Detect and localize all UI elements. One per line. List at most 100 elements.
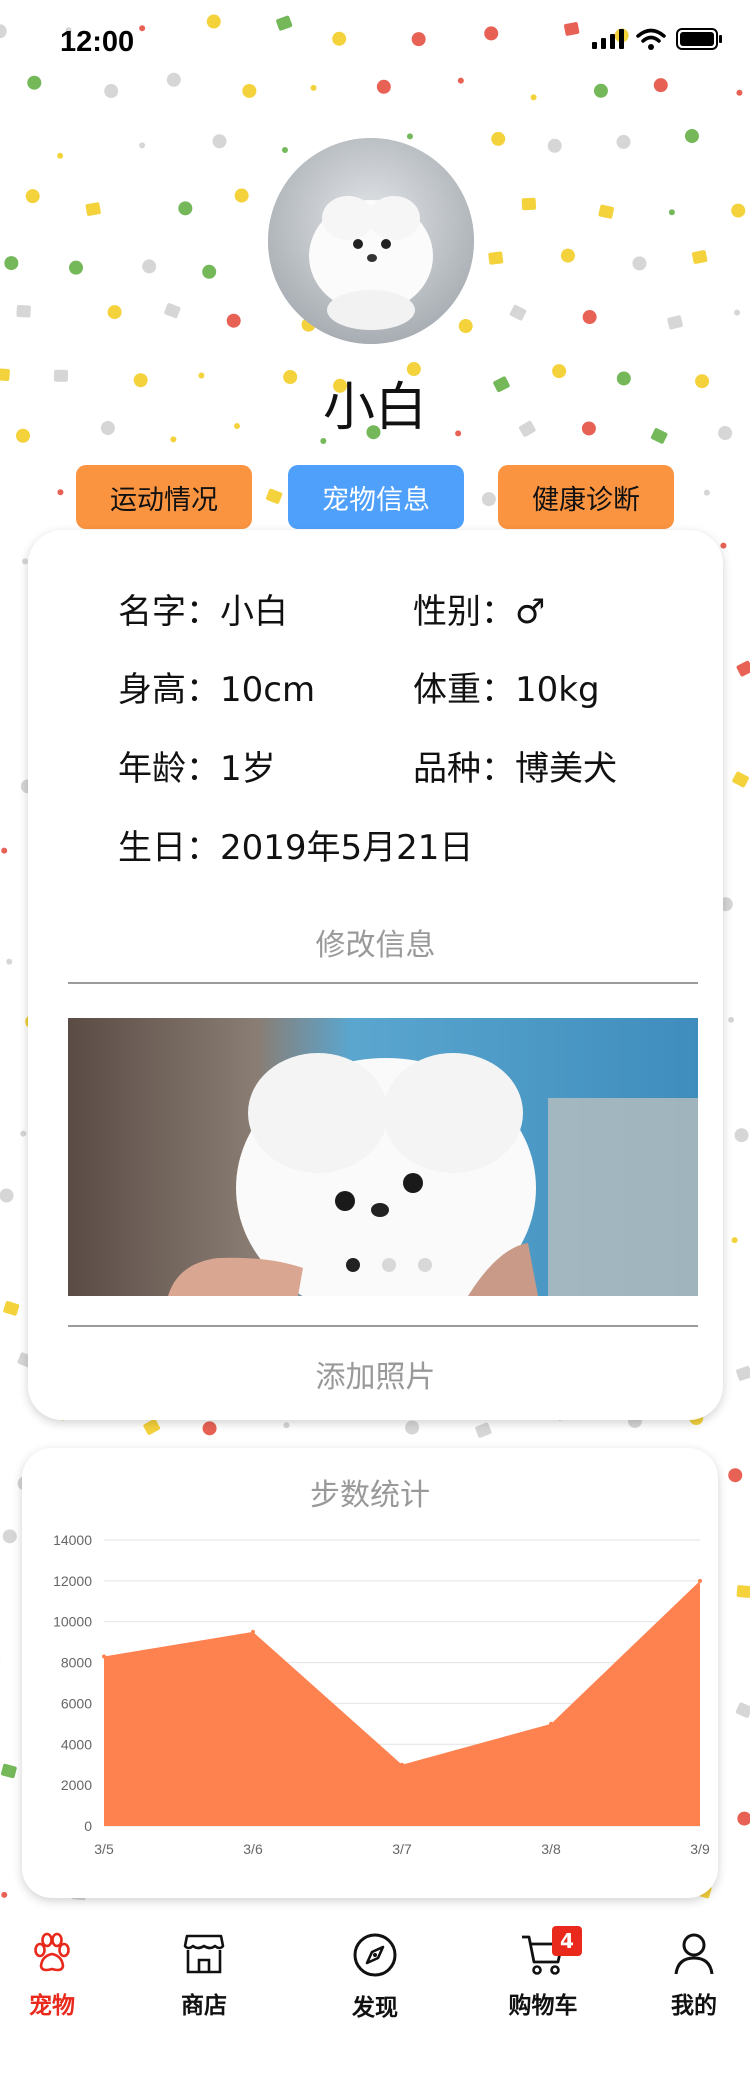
pattern-block [16,304,31,318]
pattern-dot [668,209,675,216]
steps-chart: 0 2000 4000 6000 8000 10000 12000 14000 3/5 3/6 3/… [53,1532,710,1857]
pattern-dot [405,1420,420,1435]
pattern-dot [226,313,241,328]
y-tick-label: 2000 [61,1777,92,1793]
pattern-dot [2,1529,17,1544]
pattern-dot [1,847,8,854]
height-label: 身高： [118,670,220,710]
pattern-dot [728,1016,735,1023]
pattern-dot [458,319,473,334]
pattern-dot [728,1468,743,1483]
carousel-dot[interactable] [346,1258,360,1272]
age-label: 年龄： [118,749,220,789]
weight-value: 10kg [515,670,600,710]
pattern-dot [283,1422,290,1429]
nav-pets[interactable]: 宠物 [0,1932,112,2020]
pattern-dot [653,78,668,93]
pattern-block [509,304,527,321]
compass-icon [353,1933,397,1977]
pattern-dot [737,1811,750,1826]
gender-label: 性别： [413,592,515,632]
nav-store[interactable]: 商店 [144,1932,264,2020]
user-icon [674,1933,714,1975]
pattern-dot [684,129,699,144]
x-tick-label: 3/7 [392,1841,412,1857]
pet-name-title: 小白 [322,378,427,438]
pattern-dot [376,79,391,94]
birthday-label: 生日： [118,828,220,868]
store-icon [183,1934,225,1974]
y-tick-label: 6000 [61,1695,92,1711]
pattern-dot [142,259,157,274]
age-value: 1岁 [220,749,276,789]
signal-icon [592,29,624,49]
weight-field: 体重：10kg [413,662,600,711]
height-value: 10cm [220,670,316,710]
pattern-dot [57,489,64,496]
pattern-block [598,204,614,219]
nav-label: 我的 [671,1993,717,2019]
pattern-dot [593,83,608,98]
pattern-dot [212,134,227,149]
pattern-dot [310,84,317,91]
birthday-field: 生日：2019年5月21日 [118,820,473,869]
pattern-dot [736,89,743,96]
pet-info-card: 名字：小白 性别：♂ 身高：10cm 体重：10kg 年龄：1岁 品种：博美犬 … [28,530,723,1420]
status-icons [592,28,722,50]
pattern-block [667,315,683,330]
pattern-dot [234,188,249,203]
height-field: 身高：10cm [118,662,315,711]
pattern-block [85,202,101,216]
carousel-dot[interactable] [418,1258,432,1272]
nav-cart[interactable]: 4 购物车 [483,1926,603,2020]
pet-avatar[interactable] [268,138,474,344]
birthday-value: 2019年5月21日 [220,828,474,868]
pattern-dot [107,305,122,320]
weight-label: 体重： [413,670,515,710]
cart-badge: 4 [552,1926,582,1956]
y-tick-label: 8000 [61,1655,92,1671]
gender-field: 性别：♂ [413,584,545,633]
status-bar: 12:00 [0,0,750,80]
tab-health[interactable]: 健康诊断 [498,465,674,529]
y-tick-label: 0 [84,1818,92,1834]
pattern-dot [734,309,741,316]
pattern-dot [734,1128,749,1143]
pattern-dot [481,492,496,507]
nav-label: 商店 [181,1993,227,2019]
nav-discover[interactable]: 发现 [315,1932,435,2022]
pattern-block [521,197,537,211]
carousel-dot[interactable] [382,1258,396,1272]
tab-exercise[interactable]: 运动情况 [76,465,252,529]
steps-chart-card: 步数统计 0 2000 4000 6000 8000 10000 12000 14000 3/5… [22,1448,718,1898]
battery-icon [676,28,722,50]
edit-info-button[interactable]: 修改信息 [28,920,723,964]
pattern-dot [616,134,631,149]
pattern-block [266,488,283,504]
add-photo-button[interactable]: 添加照片 [28,1352,723,1396]
x-tick-label: 3/8 [541,1841,561,1857]
tab-pet-info[interactable]: 宠物信息 [288,465,464,529]
pattern-block [691,250,708,264]
wifi-icon [636,28,666,50]
name-label: 名字： [118,592,220,632]
divider [68,1325,698,1327]
pattern-dot [178,201,193,216]
pattern-dot [547,138,562,153]
paw-icon [34,1932,70,1972]
pattern-dot [69,260,84,275]
pattern-dot [1,1891,8,1898]
x-tick-label: 3/6 [243,1841,263,1857]
pattern-dot [202,1421,217,1436]
y-tick-label: 12000 [53,1573,92,1589]
pattern-dot [6,958,13,965]
pattern-block [143,1419,161,1435]
nav-me[interactable]: 我的 [634,1932,750,2020]
divider [68,982,698,984]
photo-carousel[interactable] [68,1018,698,1296]
status-time: 12:00 [60,26,135,58]
pattern-dot [703,489,710,496]
pattern-block [475,1422,492,1438]
pet-photo [68,1018,698,1296]
pattern-dot [560,248,575,263]
